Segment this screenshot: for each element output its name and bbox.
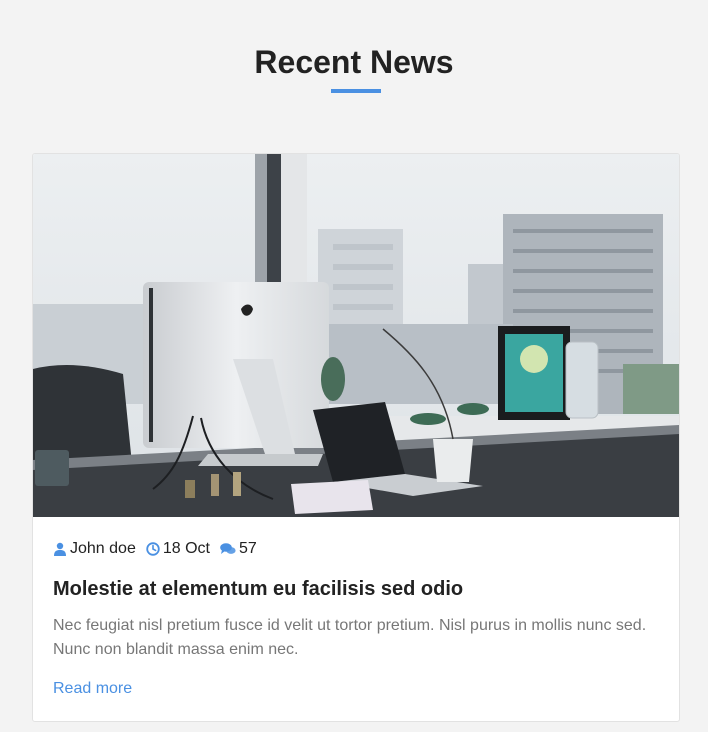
read-more-link[interactable]: Read more bbox=[53, 679, 132, 699]
heading-underline bbox=[331, 89, 381, 93]
post-date: 18 Oct bbox=[162, 540, 210, 557]
post-excerpt: Nec feugiat nisl pretium fusce id velit … bbox=[53, 617, 647, 658]
date-meta: 18 Oct bbox=[146, 540, 210, 558]
author-name: John doe bbox=[70, 540, 136, 557]
post-image[interactable] bbox=[33, 154, 679, 517]
user-icon bbox=[54, 542, 66, 556]
section-heading: Recent News bbox=[254, 44, 454, 80]
recent-news-section: Recent News John doe 18 Oct 57 Molestie … bbox=[0, 0, 708, 732]
comment-count: 57 bbox=[238, 540, 257, 557]
post-title[interactable]: Molestie at elementum eu facilisis sed o… bbox=[53, 577, 653, 601]
news-card: John doe 18 Oct 57 Molestie at elementum… bbox=[32, 153, 680, 722]
clock-icon bbox=[146, 542, 160, 556]
author-meta[interactable]: John doe bbox=[53, 540, 136, 558]
comments-icon bbox=[220, 543, 236, 554]
post-meta: John doe 18 Oct 57 bbox=[53, 540, 267, 558]
comments-meta[interactable]: 57 bbox=[220, 540, 257, 558]
